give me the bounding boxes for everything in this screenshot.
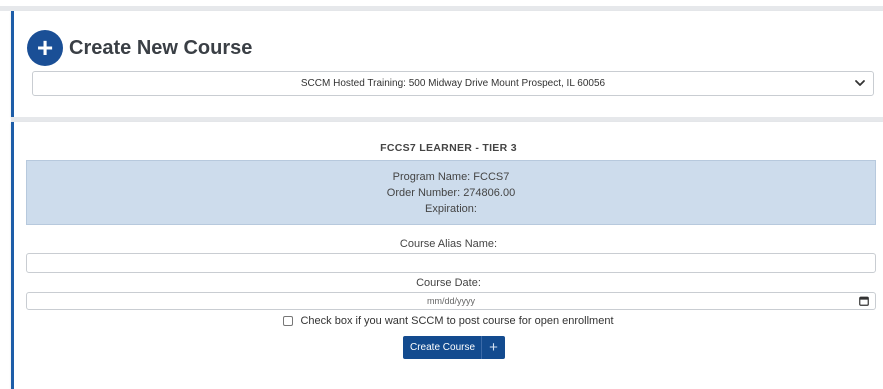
page-title-row: + Create New Course — [27, 30, 252, 66]
open-enrollment-label: Check box if you want SCCM to post cours… — [300, 315, 614, 327]
location-select-value: SCCM Hosted Training: 500 Midway Drive M… — [300, 78, 606, 89]
page-title: Create New Course — [69, 36, 253, 59]
chevron-down-icon — [855, 80, 865, 86]
plus-circle-icon: + — [27, 30, 63, 66]
course-date-input[interactable]: mm/dd/yyyy — [26, 292, 876, 310]
plus-icon: + — [481, 336, 505, 359]
open-enrollment-checkbox[interactable] — [283, 316, 294, 326]
calendar-icon[interactable] — [859, 296, 869, 306]
order-number: Order Number: 274806.00 — [386, 186, 516, 199]
plus-glyph: + — [36, 32, 54, 63]
create-course-header-card: + Create New Course SCCM Hosted Training… — [11, 11, 883, 117]
create-course-button[interactable]: Create Course + — [403, 336, 505, 359]
expiration: Expiration: — [425, 202, 477, 215]
open-enrollment-row: Check box if you want SCCM to post cours… — [14, 315, 883, 327]
program-name: Program Name: FCCS7 — [392, 170, 510, 183]
program-info-box: Program Name: FCCS7 Order Number: 274806… — [26, 160, 876, 225]
course-form-card: FCCS7 LEARNER - TIER 3 Program Name: FCC… — [11, 122, 883, 389]
course-date-label: Course Date: — [416, 277, 481, 289]
program-title: FCCS7 LEARNER - TIER 3 — [380, 142, 517, 154]
create-course-button-label: Create Course — [410, 342, 476, 353]
location-select[interactable]: SCCM Hosted Training: 500 Midway Drive M… — [32, 71, 874, 96]
date-placeholder: mm/dd/yyyy — [426, 296, 475, 306]
course-alias-label: Course Alias Name: — [399, 238, 498, 250]
course-alias-input[interactable] — [26, 253, 876, 273]
